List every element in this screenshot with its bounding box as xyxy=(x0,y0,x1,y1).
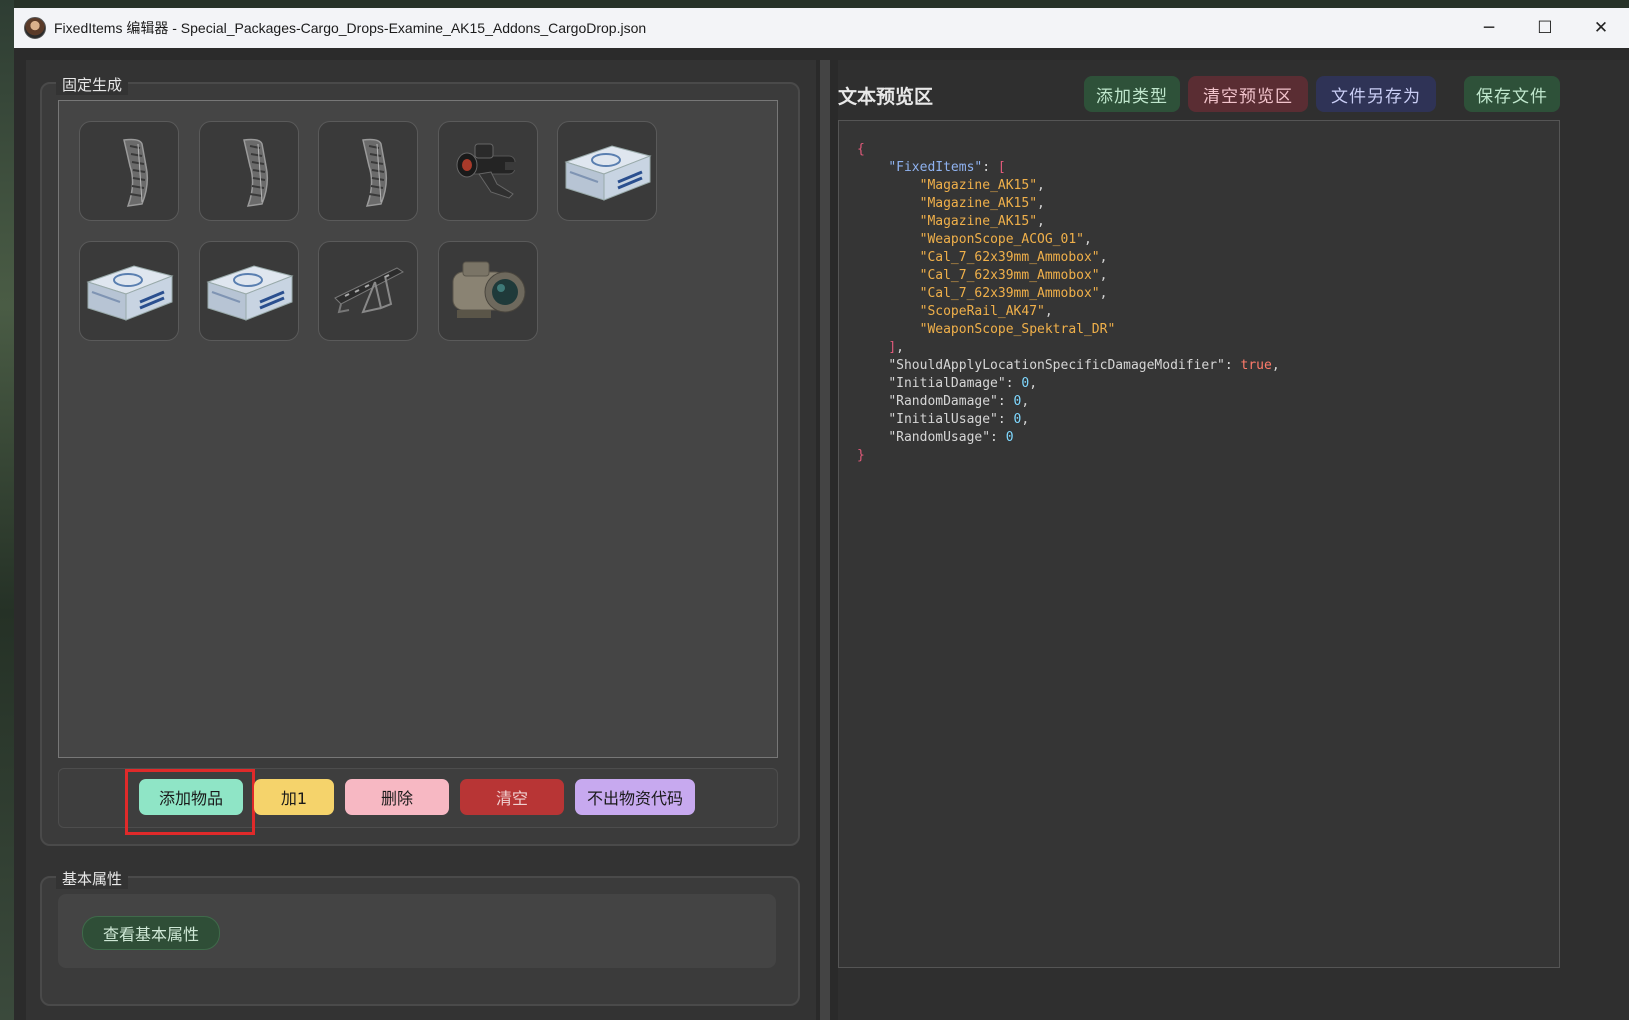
item-action-bar: 添加物品 加1 删除 清空 不出物资代码 xyxy=(58,768,778,835)
preview-title: 文本预览区 xyxy=(838,86,934,108)
item-tile[interactable] xyxy=(318,121,418,221)
items-grid[interactable] xyxy=(58,100,778,758)
clear-button[interactable]: 清空 xyxy=(460,779,564,815)
maximize-button[interactable]: ☐ xyxy=(1517,8,1573,48)
window-controls: ─ ☐ ✕ xyxy=(1461,8,1629,48)
view-basic-properties-button[interactable]: 查看基本属性 xyxy=(82,916,220,950)
magazine-icon xyxy=(123,138,149,207)
delete-button[interactable]: 删除 xyxy=(345,779,449,815)
plus-one-button[interactable]: 加1 xyxy=(254,779,334,815)
magazine-icon xyxy=(362,138,388,207)
spektral-scope-icon xyxy=(452,261,525,318)
item-tile[interactable] xyxy=(437,121,538,221)
basic-properties-title: 基本属性 xyxy=(56,868,129,889)
item-tile[interactable] xyxy=(79,240,179,341)
fixed-spawn-group: 固定生成 添加物品 加1 删除 清空 不出物资代码 xyxy=(40,74,800,846)
basic-properties-group: 基本属性 查看基本属性 xyxy=(40,868,800,1006)
app-window: FixedItems 编辑器 - Special_Packages-Cargo_… xyxy=(14,8,1629,1020)
save-as-button[interactable]: 文件另存为 xyxy=(1316,76,1436,112)
item-tile[interactable] xyxy=(198,240,299,341)
panel-splitter[interactable] xyxy=(820,60,830,1020)
maximize-icon: ☐ xyxy=(1537,18,1553,38)
client-area: 固定生成 添加物品 加1 删除 清空 不出物资代码 基本属性 查看基本属性 文本… xyxy=(26,60,1629,1020)
desktop-background-left xyxy=(0,0,14,1020)
item-tile[interactable] xyxy=(437,240,538,341)
add-item-button[interactable]: 添加物品 xyxy=(139,779,243,815)
minimize-button[interactable]: ─ xyxy=(1461,8,1517,48)
item-tile[interactable] xyxy=(198,121,299,221)
acog-scope-icon xyxy=(456,143,517,199)
add-type-button[interactable]: 添加类型 xyxy=(1084,76,1180,112)
basic-properties-inner: 查看基本属性 xyxy=(58,894,776,968)
minimize-icon: ─ xyxy=(1483,18,1495,38)
no-supply-code-button[interactable]: 不出物资代码 xyxy=(575,779,695,815)
save-file-button[interactable]: 保存文件 xyxy=(1464,76,1560,112)
item-tile[interactable] xyxy=(79,121,179,221)
item-tile[interactable] xyxy=(318,240,418,341)
left-panel: 固定生成 添加物品 加1 删除 清空 不出物资代码 基本属性 查看基本属性 xyxy=(26,60,816,1020)
right-panel: 文本预览区 添加类型 清空预览区 文件另存为 保存文件 { "FixedItem… xyxy=(838,60,1629,1020)
title-bar[interactable]: FixedItems 编辑器 - Special_Packages-Cargo_… xyxy=(14,8,1629,48)
app-icon xyxy=(24,17,46,39)
json-code: { "FixedItems": [ "Magazine_AK15", "Maga… xyxy=(857,142,1280,463)
desktop-background xyxy=(0,0,1629,8)
clear-preview-button[interactable]: 清空预览区 xyxy=(1188,76,1308,112)
fixed-spawn-title: 固定生成 xyxy=(56,74,129,95)
close-button[interactable]: ✕ xyxy=(1573,8,1629,48)
ammobox-icon xyxy=(564,145,652,201)
window-title: FixedItems 编辑器 - Special_Packages-Cargo_… xyxy=(54,20,647,36)
ammobox-icon xyxy=(86,264,174,321)
magazine-icon xyxy=(242,138,268,207)
json-preview-area[interactable]: { "FixedItems": [ "Magazine_AK15", "Maga… xyxy=(838,120,1560,968)
ammobox-icon xyxy=(205,264,294,321)
close-icon: ✕ xyxy=(1593,18,1609,38)
scope-rail-icon xyxy=(334,266,404,313)
item-tile[interactable] xyxy=(557,121,657,221)
